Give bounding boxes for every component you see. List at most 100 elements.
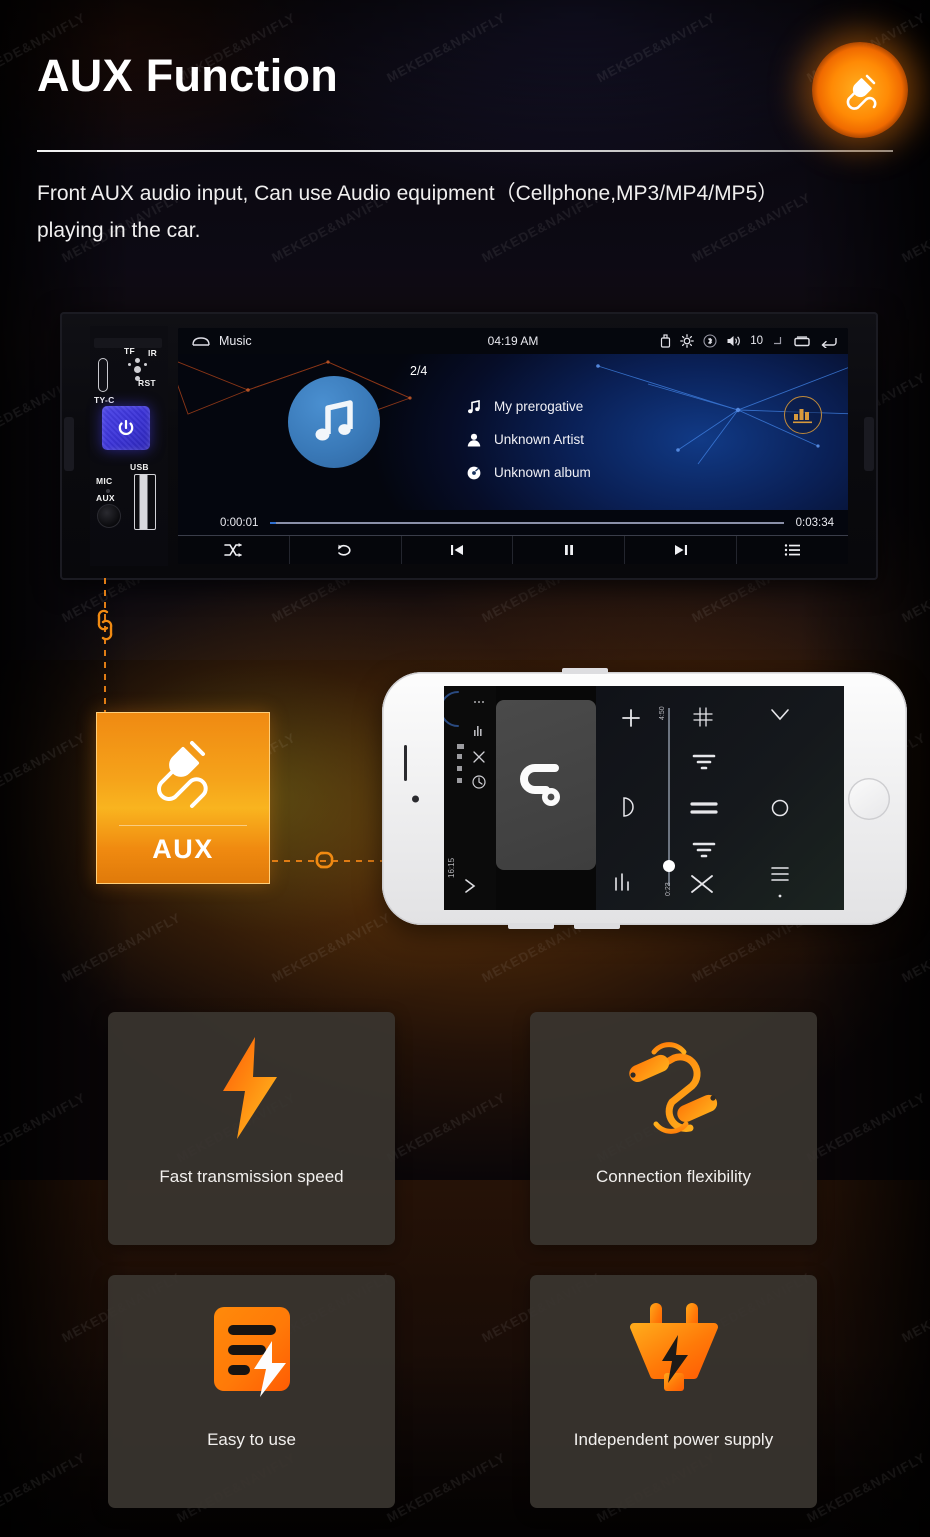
next-icon <box>674 545 687 555</box>
stereo-left-bracket <box>64 417 74 471</box>
phone-screen: 16:15 4:50 0:23 <box>444 686 844 910</box>
playlist-button[interactable] <box>737 536 848 564</box>
label-usb: USB <box>130 462 149 472</box>
artist-icon <box>454 432 494 448</box>
chain-link-icon <box>628 1041 717 1134</box>
label-rst: RST <box>138 378 156 388</box>
feature-card-fast-transmission: Fast transmission speed <box>108 1012 395 1245</box>
car-stereo-unit: TY-C TF IR RST USB MIC AUX Music 04:19 A… <box>60 312 878 580</box>
previous-icon <box>451 545 464 555</box>
feature-icon-wrap <box>614 1012 734 1164</box>
track-title: My prerogative <box>494 399 584 414</box>
page-root: MEKEDE&NAVIFLY MEKEDE&NAVIFLY MEKEDE&NAVIF… <box>0 0 930 1537</box>
equalizer-button[interactable] <box>784 396 822 434</box>
elapsed-time: 0:00:01 <box>220 517 259 529</box>
abstract-logo-icon <box>520 764 560 806</box>
repeat-button[interactable] <box>290 536 402 564</box>
feature-label: Connection flexibility <box>596 1167 751 1186</box>
type-c-port[interactable] <box>98 358 108 392</box>
progress-row: 0:00:01 0:03:34 <box>178 510 848 536</box>
track-metadata: My prerogative Unknown Artist Unknown al… <box>454 390 591 489</box>
header-divider <box>37 150 893 152</box>
power-icon <box>118 419 134 436</box>
home-icon[interactable] <box>772 335 784 347</box>
bluetooth-icon <box>703 334 717 348</box>
document-lightning-icon <box>213 1307 290 1397</box>
music-note-icon <box>315 400 353 441</box>
volume-value: 10 <box>750 335 763 347</box>
label-aux: AUX <box>96 493 115 503</box>
stereo-io-panel: TY-C TF IR RST USB MIC AUX <box>90 326 168 566</box>
pause-button[interactable] <box>513 536 626 564</box>
phone-camera <box>412 795 419 802</box>
aux-plug-icon <box>157 741 208 808</box>
brightness-icon <box>680 334 695 348</box>
feature-icon-wrap <box>207 1012 297 1164</box>
aux-card-label: AUX <box>152 834 214 864</box>
phone-top-button <box>562 668 608 674</box>
track-index: 2/4 <box>410 364 428 378</box>
album-art <box>288 376 380 468</box>
track-artist: Unknown Artist <box>494 432 585 447</box>
recents-icon[interactable] <box>793 335 811 348</box>
equalizer-icon <box>793 409 812 424</box>
phone-player-controls: 4:50 0:23 <box>596 686 844 910</box>
shuffle-icon <box>224 543 243 557</box>
feature-card-connection-flexibility: Connection flexibility <box>530 1012 817 1245</box>
smartphone: 16:15 4:50 0:23 <box>382 668 907 929</box>
track-album-row: Unknown album <box>454 456 591 489</box>
track-title-row: My prerogative <box>454 390 591 423</box>
volume-icon <box>727 336 741 346</box>
feature-label: Independent power supply <box>573 1430 774 1449</box>
previous-button[interactable] <box>402 536 514 564</box>
feature-card-easy-to-use: Easy to use <box>108 1275 395 1508</box>
back-icon[interactable] <box>820 335 838 348</box>
label-tf: TF <box>124 346 135 356</box>
phone-album-art <box>496 700 596 870</box>
phone-sidebar-icons: 16:15 <box>444 691 486 893</box>
phone-clock: 16:15 <box>447 857 456 878</box>
album-disc-icon <box>454 465 494 481</box>
music-note-icon <box>454 399 494 415</box>
feature-label: Easy to use <box>207 1430 296 1449</box>
track-artist-row: Unknown Artist <box>454 423 591 456</box>
feature-icon-wrap <box>620 1275 728 1427</box>
page-subtitle: Front AUX audio input, Can use Audio equ… <box>37 182 779 242</box>
feature-label: Fast transmission speed <box>159 1167 344 1186</box>
phone-home-button[interactable] <box>848 777 890 820</box>
label-tyc: TY-C <box>94 395 115 405</box>
repeat-icon <box>338 544 351 556</box>
usb-port[interactable] <box>134 474 156 530</box>
phone-speaker <box>404 745 407 782</box>
aux-jack-port[interactable] <box>97 504 121 528</box>
progress-bar[interactable] <box>270 522 784 524</box>
chain-link-icon <box>97 609 113 641</box>
screen-status-bar: Music 04:19 AM 10 <box>178 328 848 354</box>
playlist-icon <box>784 544 800 556</box>
feature-card-independent-power: Independent power supply <box>530 1275 817 1508</box>
aux-feature-card: AUX <box>96 712 270 884</box>
page-title: AUX Function <box>37 50 339 101</box>
aux-card-rule <box>119 825 247 826</box>
duration-time: 0:03:34 <box>795 517 834 529</box>
shuffle-button[interactable] <box>178 536 290 564</box>
aux-card-icon-wrap <box>140 731 226 823</box>
chain-link-horizontal <box>306 847 342 873</box>
stereo-screen: Music 04:19 AM 10 2/4 My prerogative Unk… <box>178 328 848 564</box>
phone-control-icons: 4:50 0:23 <box>615 706 789 898</box>
phone-screen-sidebar: 16:15 <box>444 686 496 910</box>
chain-link-vertical <box>94 608 116 642</box>
label-mic: MIC <box>96 476 113 486</box>
power-button[interactable] <box>102 406 150 450</box>
lightning-bolt-icon <box>222 1037 277 1139</box>
aux-plug-icon <box>846 74 877 110</box>
phone-slider-bottom-label: 0:23 <box>665 882 672 896</box>
power-plug-icon <box>629 1303 718 1391</box>
chain-link-icon <box>315 851 334 869</box>
progress-fill <box>270 522 276 524</box>
phone-slider-top-label: 4:50 <box>659 706 666 720</box>
next-button[interactable] <box>625 536 738 564</box>
now-playing-area: 2/4 My prerogative Unknown Artist Unknow… <box>178 354 848 510</box>
label-ir: IR <box>148 348 158 358</box>
feature-icon-wrap <box>202 1275 302 1427</box>
